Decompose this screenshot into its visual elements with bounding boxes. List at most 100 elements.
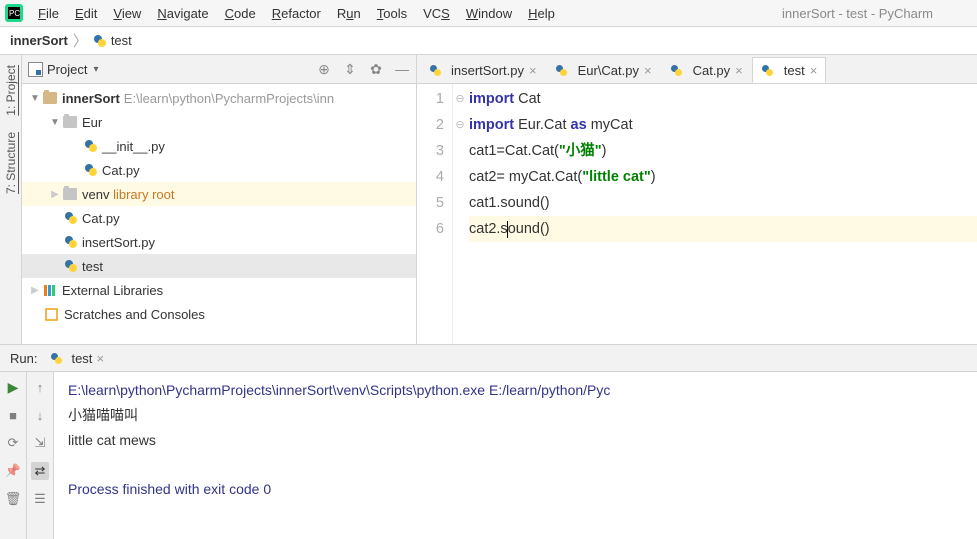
library-root-label: library root <box>109 187 174 202</box>
menu-bar: PC File Edit View Navigate Code Refactor… <box>0 0 977 27</box>
editor-pane: insertSort.py × Eur\Cat.py × Cat.py × te… <box>417 55 977 344</box>
python-file-icon <box>84 163 98 177</box>
run-tool-window: Run: test × ▶ ■ ⟳ 📌 🗑 ↑ ↓ ⇲ ⇄ ☰ E:\learn… <box>0 345 977 539</box>
up-icon[interactable]: ↑ <box>31 378 49 396</box>
collapse-icon[interactable]: ⇕ <box>342 61 358 77</box>
breadcrumb-root[interactable]: innerSort <box>10 33 68 48</box>
run-config-tab[interactable]: test × <box>45 349 108 368</box>
down-icon[interactable]: ↓ <box>31 406 49 424</box>
python-file-icon <box>64 259 78 273</box>
tree-label: Scratches and Consoles <box>64 307 205 322</box>
dropdown-icon[interactable]: ▾ <box>93 64 98 75</box>
tree-external-libraries[interactable]: ▶ External Libraries <box>22 278 416 302</box>
breadcrumb-sep: 〉 <box>73 30 88 51</box>
rerun-icon[interactable]: ⟳ <box>4 434 22 452</box>
breadcrumb-file[interactable]: test <box>111 33 132 48</box>
breadcrumb: innerSort 〉 test <box>0 27 977 55</box>
tree-label: Eur <box>82 115 102 130</box>
close-icon[interactable]: × <box>735 63 743 78</box>
editor-tabs: insertSort.py × Eur\Cat.py × Cat.py × te… <box>417 55 977 84</box>
expand-icon[interactable]: ▶ <box>28 285 42 296</box>
tree-root[interactable]: ▼ innerSort E:\learn\python\PycharmProje… <box>22 86 416 110</box>
project-tree[interactable]: ▼ innerSort E:\learn\python\PycharmProje… <box>22 84 416 344</box>
menu-navigate[interactable]: Navigate <box>149 4 216 23</box>
project-pane-title[interactable]: Project <box>47 62 87 77</box>
python-file-icon <box>428 63 442 77</box>
menu-help[interactable]: Help <box>520 4 563 23</box>
tab-label: test <box>784 63 805 78</box>
print-icon[interactable]: ☰ <box>31 490 49 508</box>
expand-icon[interactable]: ▼ <box>48 117 62 128</box>
code-area[interactable]: import Cat import Eur.Cat as myCat cat1=… <box>467 84 977 344</box>
tab-cat[interactable]: Cat.py × <box>661 57 752 83</box>
menu-tools[interactable]: Tools <box>369 4 415 23</box>
python-file-icon <box>670 63 684 77</box>
tab-eur-cat[interactable]: Eur\Cat.py × <box>546 57 661 83</box>
sidebar-tab-project[interactable]: 1: Project <box>2 59 20 122</box>
tree-folder-eur[interactable]: ▼ Eur <box>22 110 416 134</box>
close-icon[interactable]: × <box>644 63 652 78</box>
code-editor[interactable]: 123456 ⊖⊖ import Cat import Eur.Cat as m… <box>417 84 977 344</box>
tab-label: Eur\Cat.py <box>578 63 639 78</box>
close-icon[interactable]: × <box>96 351 104 366</box>
left-tool-strip: 1: Project 7: Structure <box>0 55 22 344</box>
menu-code[interactable]: Code <box>217 4 264 23</box>
console-line: little cat mews <box>68 432 156 448</box>
tree-label: Cat.py <box>102 163 140 178</box>
locate-icon[interactable]: ⊕ <box>316 61 332 77</box>
console-output[interactable]: E:\learn\python\PycharmProjects\innerSor… <box>54 372 977 539</box>
close-icon[interactable]: × <box>810 63 818 78</box>
tree-label: innerSort <box>62 91 120 106</box>
tab-label: Cat.py <box>693 63 731 78</box>
menu-run[interactable]: Run <box>329 4 369 23</box>
console-exit: Process finished with exit code 0 <box>68 481 271 497</box>
run-body: ▶ ■ ⟳ 📌 🗑 ↑ ↓ ⇲ ⇄ ☰ E:\learn\python\Pych… <box>0 372 977 539</box>
menu-edit[interactable]: Edit <box>67 4 105 23</box>
play-icon[interactable]: ▶ <box>4 378 22 396</box>
export-icon[interactable]: ⇲ <box>31 434 49 452</box>
tab-test[interactable]: test × <box>752 57 827 83</box>
python-file-icon <box>93 34 107 48</box>
gear-icon[interactable]: ✿ <box>368 61 384 77</box>
run-toolbar-left: ▶ ■ ⟳ 📌 🗑 <box>0 372 27 539</box>
line-gutter: 123456 <box>417 84 453 344</box>
tree-folder-venv[interactable]: ▶ venv library root <box>22 182 416 206</box>
tree-scratches[interactable]: Scratches and Consoles <box>22 302 416 326</box>
python-file-icon <box>64 211 78 225</box>
tree-label: test <box>82 259 103 274</box>
tree-label: External Libraries <box>62 283 163 298</box>
menu-file[interactable]: File <box>30 4 67 23</box>
tree-file-cat2[interactable]: Cat.py <box>22 206 416 230</box>
folder-icon <box>42 90 58 106</box>
delete-icon[interactable]: 🗑 <box>4 490 22 508</box>
menu-view[interactable]: View <box>105 4 149 23</box>
tree-file-test[interactable]: test <box>22 254 416 278</box>
stop-icon[interactable]: ■ <box>4 406 22 424</box>
expand-icon[interactable]: ▼ <box>28 93 42 104</box>
pin-icon[interactable]: 📌 <box>4 462 22 480</box>
tab-insertsort[interactable]: insertSort.py × <box>419 57 546 83</box>
main-area: 1: Project 7: Structure Project ▾ ⊕ ⇕ ✿ … <box>0 55 977 345</box>
sidebar-tab-structure[interactable]: 7: Structure <box>2 126 20 200</box>
window-title: innerSort - test - PyCharm <box>782 6 933 21</box>
close-icon[interactable]: × <box>529 63 537 78</box>
tree-file-insertsort[interactable]: insertSort.py <box>22 230 416 254</box>
menu-window[interactable]: Window <box>458 4 520 23</box>
minimize-icon[interactable]: — <box>394 61 410 77</box>
expand-icon[interactable]: ▶ <box>48 189 62 200</box>
soft-wrap-icon[interactable]: ⇄ <box>31 462 49 480</box>
svg-text:PC: PC <box>9 9 20 18</box>
run-title: Run: <box>10 351 37 366</box>
folder-icon <box>62 114 78 130</box>
tree-label: venv <box>82 187 109 202</box>
menu-refactor[interactable]: Refactor <box>264 4 329 23</box>
menu-vcs[interactable]: VCS <box>415 4 458 23</box>
python-file-icon <box>84 139 98 153</box>
tree-label: Cat.py <box>82 211 120 226</box>
tree-file-cat[interactable]: Cat.py <box>22 158 416 182</box>
folder-icon <box>62 186 78 202</box>
python-file-icon <box>555 63 569 77</box>
console-line: 小猫喵喵叫 <box>68 407 138 423</box>
scratches-icon <box>44 306 60 322</box>
tree-file-init[interactable]: __init__.py <box>22 134 416 158</box>
